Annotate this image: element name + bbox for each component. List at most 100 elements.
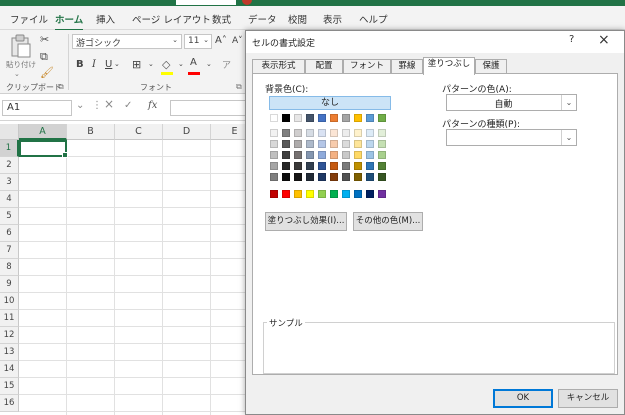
color-swatch[interactable] [354, 114, 362, 122]
color-swatch[interactable] [378, 151, 386, 159]
color-swatch[interactable] [366, 129, 374, 137]
color-swatch[interactable] [378, 162, 386, 170]
color-swatch[interactable] [294, 129, 302, 137]
row-header[interactable]: 12 [0, 327, 19, 344]
grow-font-button[interactable]: A˄ [215, 35, 227, 46]
color-swatch[interactable] [306, 190, 314, 198]
color-swatch[interactable] [366, 114, 374, 122]
color-swatch[interactable] [354, 173, 362, 181]
color-swatch[interactable] [306, 162, 314, 170]
more-colors-button[interactable]: その他の色(M)... [353, 212, 423, 231]
row-header[interactable]: 15 [0, 378, 19, 395]
row-header[interactable]: 11 [0, 310, 19, 327]
color-swatch[interactable] [318, 162, 326, 170]
color-swatch[interactable] [354, 140, 362, 148]
color-swatch[interactable] [342, 162, 350, 170]
color-swatch[interactable] [270, 162, 278, 170]
color-swatch[interactable] [294, 173, 302, 181]
help-button[interactable]: ? [569, 34, 574, 45]
color-swatch[interactable] [318, 190, 326, 198]
color-swatch[interactable] [378, 173, 386, 181]
color-swatch[interactable] [282, 129, 290, 137]
color-swatch[interactable] [366, 190, 374, 198]
underline-button[interactable]: U [105, 59, 112, 70]
color-swatch[interactable] [306, 151, 314, 159]
tab-border[interactable]: 罫線 [391, 59, 423, 74]
column-header[interactable]: D [163, 124, 211, 140]
color-swatch[interactable] [294, 162, 302, 170]
color-swatch[interactable] [306, 140, 314, 148]
row-header[interactable]: 16 [0, 395, 19, 412]
color-swatch[interactable] [318, 151, 326, 159]
fill-color-icon[interactable]: ◇ [162, 58, 170, 71]
color-swatch[interactable] [342, 129, 350, 137]
shrink-font-button[interactable]: A˅ [232, 36, 243, 46]
color-swatch[interactable] [378, 190, 386, 198]
paste-dropdown-icon[interactable]: ⌄ [14, 70, 20, 78]
color-swatch[interactable] [342, 190, 350, 198]
row-header[interactable]: 3 [0, 174, 19, 191]
column-header[interactable]: B [67, 124, 115, 140]
tab-review[interactable]: 校閲 [288, 12, 307, 26]
color-swatch[interactable] [270, 129, 278, 137]
color-swatch[interactable] [306, 173, 314, 181]
column-header[interactable]: C [115, 124, 163, 140]
tab-file[interactable]: ファイル [10, 12, 48, 26]
color-swatch[interactable] [282, 140, 290, 148]
cut-icon[interactable]: ✂ [40, 33, 49, 46]
row-header[interactable]: 2 [0, 157, 19, 174]
color-swatch[interactable] [330, 114, 338, 122]
color-swatch[interactable] [366, 140, 374, 148]
color-swatch[interactable] [378, 140, 386, 148]
bold-button[interactable]: B [76, 59, 84, 70]
pattern-style-combo[interactable]: ⌄ [446, 129, 577, 146]
color-swatch[interactable] [306, 129, 314, 137]
ok-button[interactable]: OK [493, 389, 553, 408]
enter-entry-icon[interactable]: ✓ [124, 100, 132, 111]
tab-view[interactable]: 表示 [323, 12, 342, 26]
color-swatch[interactable] [354, 129, 362, 137]
color-swatch[interactable] [330, 173, 338, 181]
font-launcher-icon[interactable]: ⧉ [236, 82, 242, 92]
row-header[interactable]: 4 [0, 191, 19, 208]
row-header[interactable]: 13 [0, 344, 19, 361]
color-swatch[interactable] [318, 140, 326, 148]
color-swatch[interactable] [366, 173, 374, 181]
row-header[interactable]: 14 [0, 361, 19, 378]
font-name-combo[interactable]: 游ゴシック ⌄ [72, 34, 182, 49]
tab-data[interactable]: データ [248, 12, 277, 26]
tab-protection[interactable]: 保護 [475, 59, 507, 74]
format-painter-icon[interactable]: 🖌 [40, 66, 54, 79]
insert-function-icon[interactable]: fx [148, 100, 157, 111]
chevron-down-icon[interactable]: ⌄ [148, 60, 154, 68]
chevron-down-icon[interactable]: ⌄ [206, 60, 212, 68]
color-swatch[interactable] [330, 151, 338, 159]
tab-home[interactable]: ホーム [55, 12, 84, 31]
color-swatch[interactable] [282, 190, 290, 198]
color-swatch[interactable] [270, 114, 278, 122]
color-swatch[interactable] [342, 114, 350, 122]
row-header[interactable]: 9 [0, 276, 19, 293]
color-swatch[interactable] [330, 190, 338, 198]
tab-number[interactable]: 表示形式 [252, 59, 305, 74]
formula-input[interactable] [170, 100, 250, 116]
selected-cell[interactable] [19, 140, 68, 158]
color-swatch[interactable] [294, 114, 302, 122]
chevron-down-icon[interactable]: ⌄ [561, 130, 576, 145]
color-swatch[interactable] [270, 151, 278, 159]
row-header[interactable]: 8 [0, 259, 19, 276]
close-icon[interactable]: × [598, 32, 610, 48]
color-swatch[interactable] [270, 140, 278, 148]
chevron-down-icon[interactable]: ⌄ [172, 36, 178, 44]
color-swatch[interactable] [342, 173, 350, 181]
color-swatch[interactable] [294, 140, 302, 148]
color-swatch[interactable] [342, 151, 350, 159]
row-header[interactable]: 6 [0, 225, 19, 242]
tab-help[interactable]: ヘルプ [359, 12, 388, 26]
color-swatch[interactable] [282, 114, 290, 122]
tab-page-layout[interactable]: ページ レイアウト [132, 12, 211, 26]
italic-button[interactable]: I [92, 59, 96, 70]
row-header[interactable]: 10 [0, 293, 19, 310]
color-swatch[interactable] [330, 129, 338, 137]
color-swatch[interactable] [270, 190, 278, 198]
